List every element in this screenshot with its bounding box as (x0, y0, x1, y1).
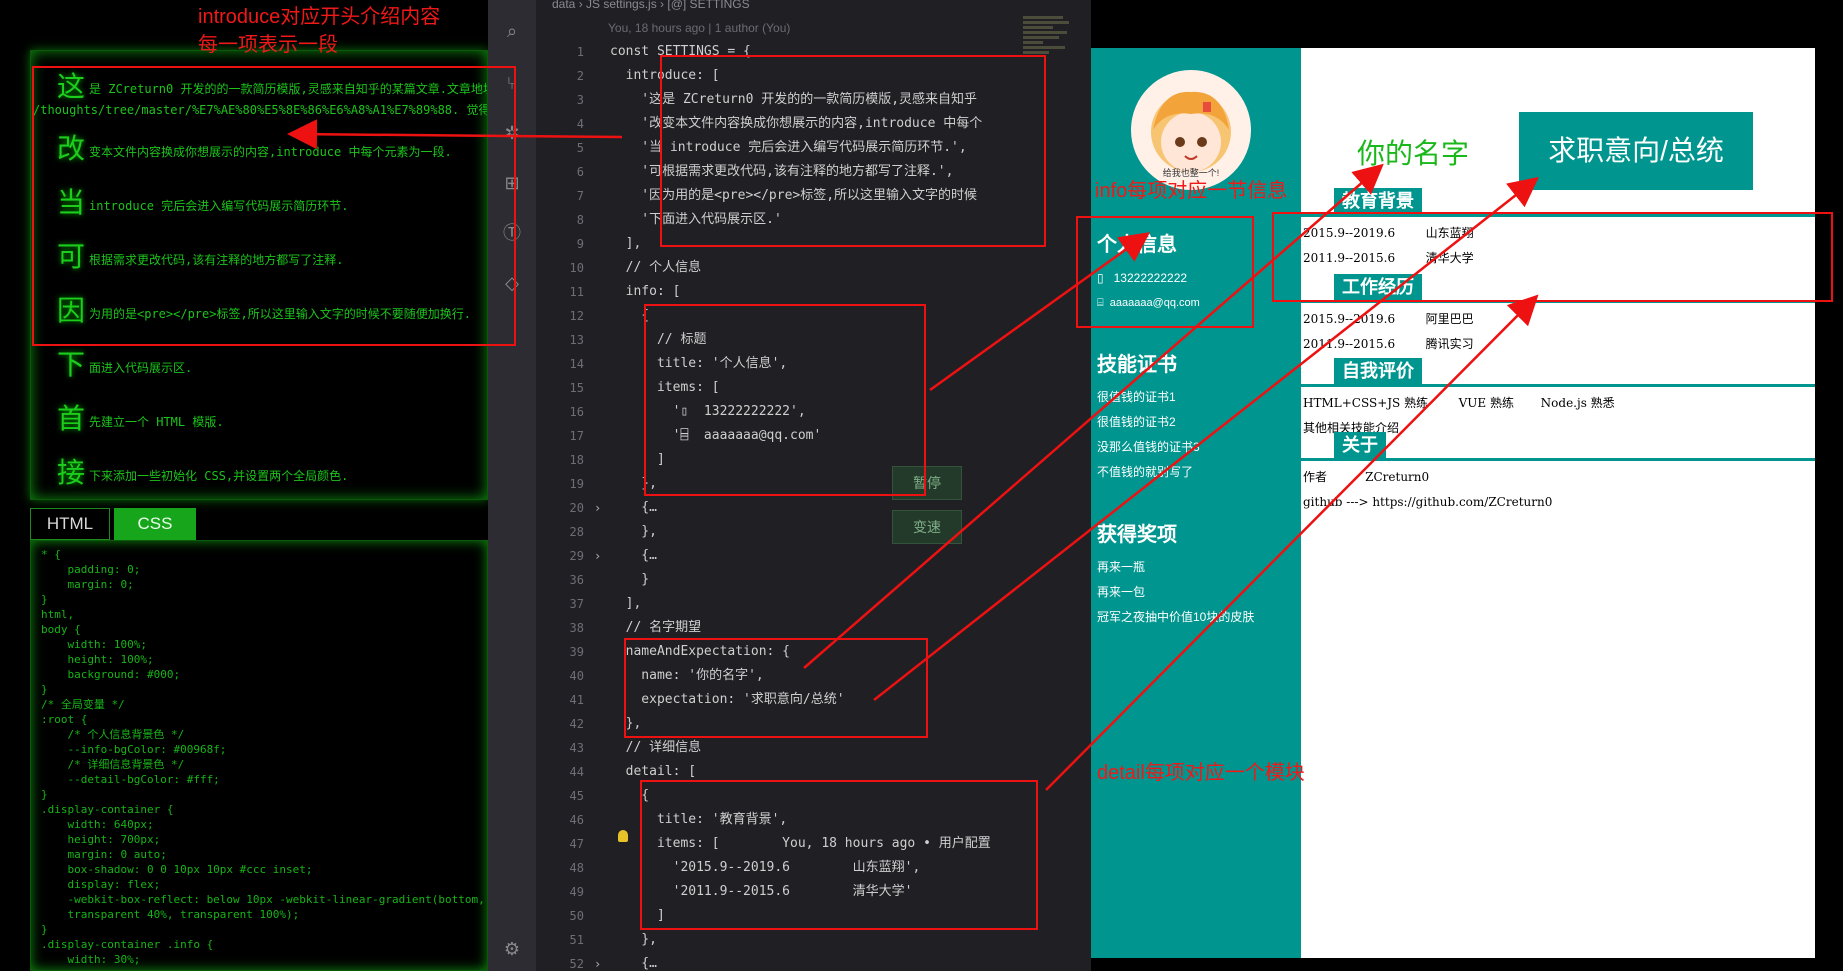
intro-arrow (287, 119, 623, 150)
info-arrow (929, 232, 1151, 392)
annotation-arrows (287, 119, 1539, 791)
name-arrow (803, 163, 1384, 669)
expectation-arrow (873, 176, 1539, 701)
